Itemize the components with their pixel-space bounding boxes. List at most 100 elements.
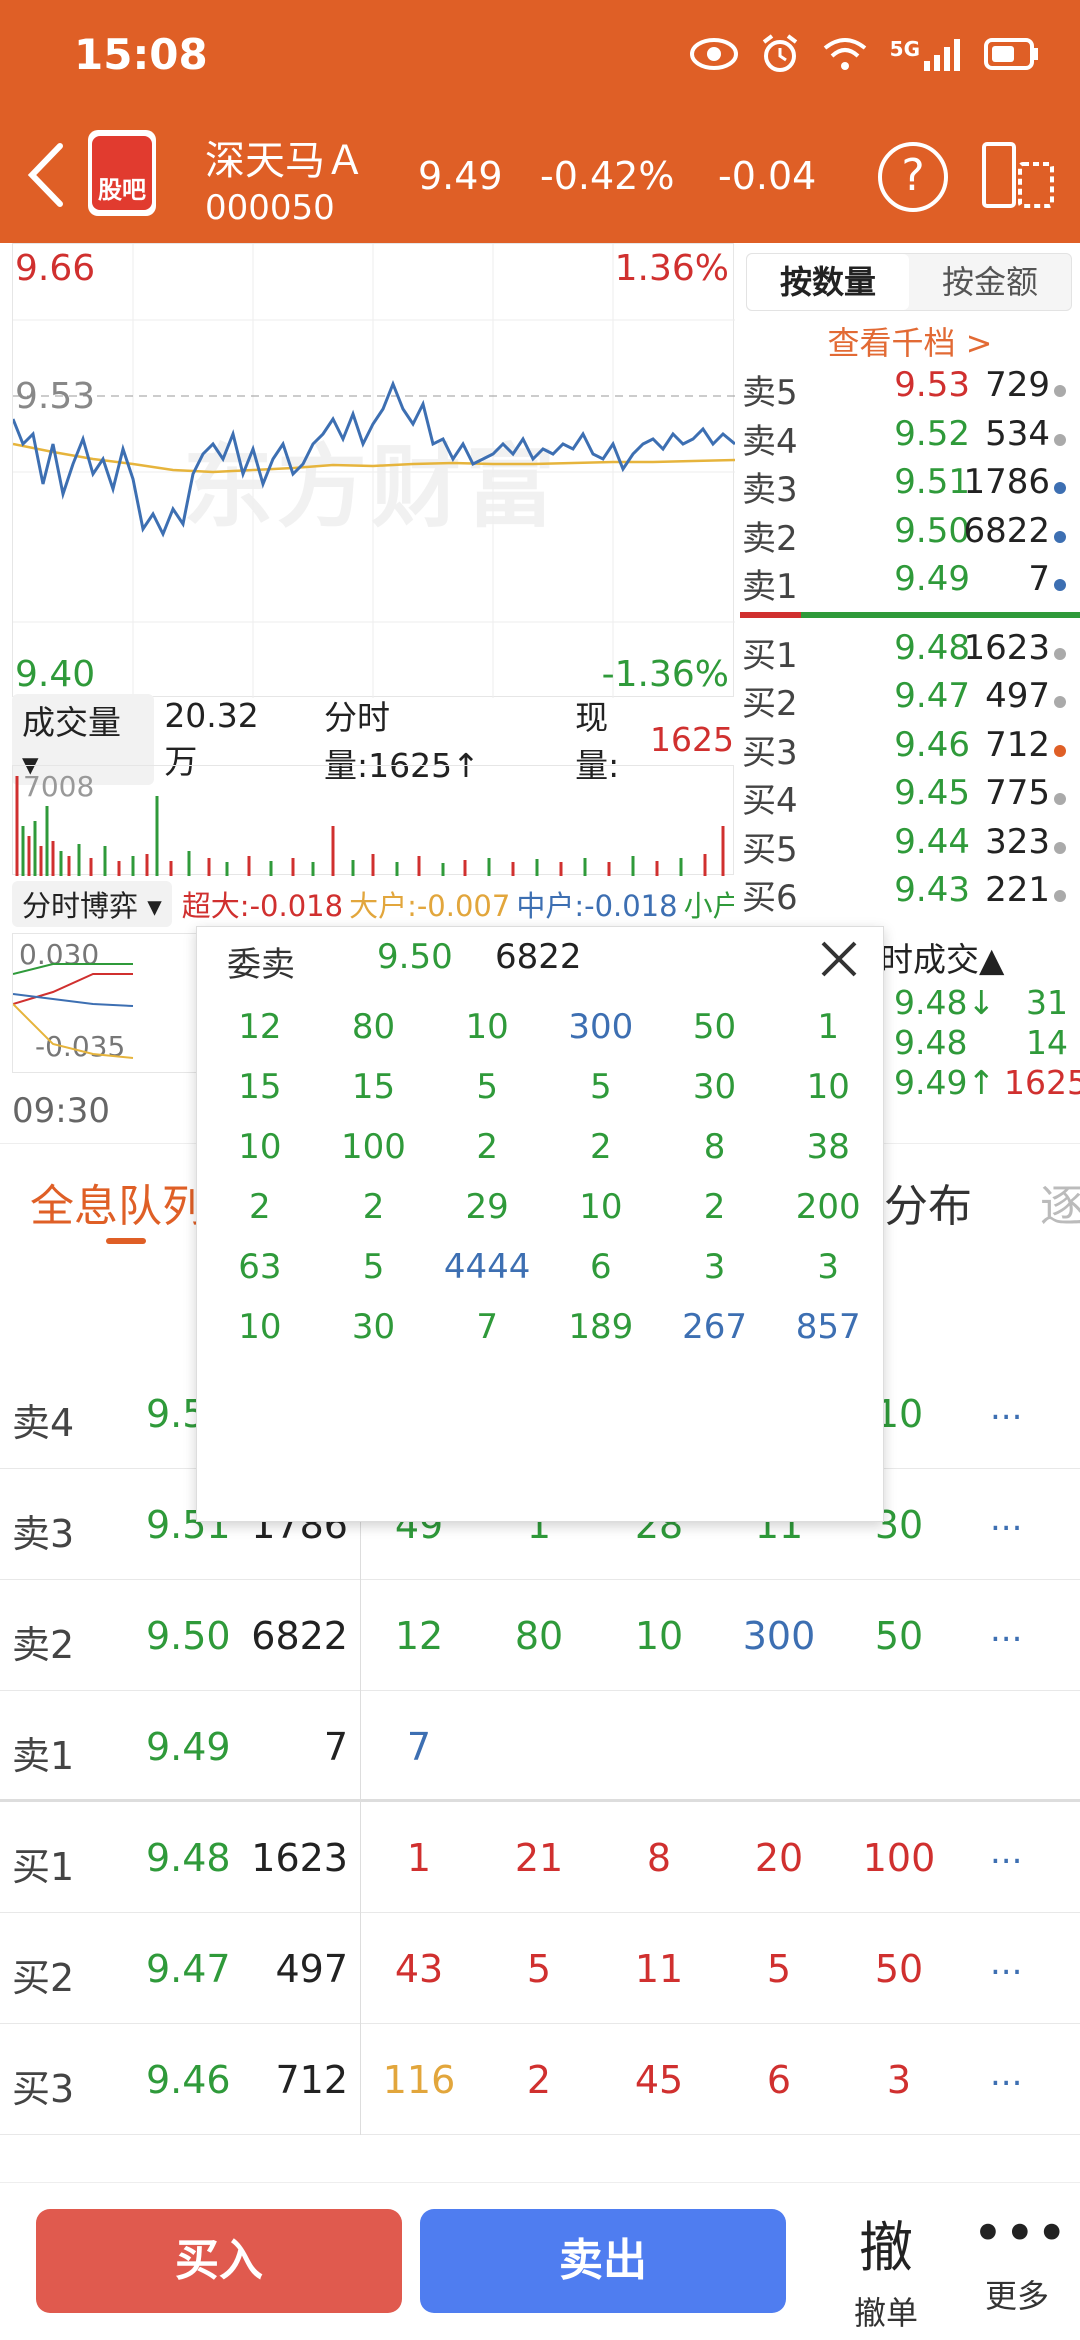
popup-row: 15 15 5 5 30 10 — [238, 1067, 850, 1107]
ob-sell1[interactable]: 卖1 9.49 7 — [740, 559, 1080, 608]
ob-buy3[interactable]: 买3 9.46 712 — [740, 725, 1080, 774]
more-button[interactable]: ... — [990, 1943, 1022, 1983]
bo-bar: 分时博弈 ▾ 超大:-0.018 大户:-0.007 中户:-0.018 小户:… — [12, 879, 734, 929]
more-button[interactable]: ... — [990, 1499, 1022, 1539]
sell-button[interactable]: 卖出 — [420, 2209, 786, 2313]
trades-header[interactable]: 时成交▲ — [880, 933, 1004, 981]
price-chart[interactable]: 东方财富 9.66 1.36% 9.53 9.40 -1.36% — [12, 243, 735, 698]
more-label: 更多 — [984, 2277, 1049, 2315]
trade-row: 9.48↓ 31 — [894, 983, 1068, 1022]
network-5g-icon: 5G — [890, 37, 962, 71]
dot-icon — [1054, 793, 1066, 805]
volume-bars — [15, 776, 725, 876]
more-button[interactable]: ... — [990, 1832, 1022, 1872]
dot-icon — [1054, 579, 1066, 591]
header-change: -0.04 — [718, 154, 817, 198]
header-price: 9.49 — [418, 154, 503, 198]
bo-mid: 中户:-0.018 — [516, 889, 678, 923]
chart-high-price: 9.66 — [15, 248, 96, 289]
ob-buy2[interactable]: 买2 9.47 497 — [740, 676, 1080, 725]
chart-low-price: 9.40 — [15, 654, 96, 695]
price-lines — [13, 244, 735, 698]
tab-full-queue[interactable]: 全息队列 — [30, 1170, 206, 1234]
tab-tick[interactable]: 逐 — [1040, 1170, 1080, 1234]
back-arrow-icon[interactable] — [24, 140, 68, 210]
ob-sell2[interactable]: 卖2 9.50 6822 — [740, 511, 1080, 560]
popup-title: 委卖 — [227, 945, 295, 985]
dot-icon — [1054, 744, 1066, 757]
buy-button[interactable]: 买入 — [36, 2209, 402, 2313]
dot-icon — [1054, 890, 1066, 902]
bo-big: 大户:-0.007 — [349, 889, 511, 923]
more-button[interactable]: ... — [990, 1610, 1022, 1650]
table-row[interactable]: 买3 9.46 712 116 2 45 6 3 ... — [0, 2024, 1080, 2135]
eye-icon — [689, 38, 738, 70]
bo-large: 超大:-0.018 — [181, 889, 344, 923]
dot-icon — [1054, 482, 1066, 494]
guba-logo[interactable]: 股吧 — [88, 130, 156, 216]
popup-price: 9.50 — [377, 937, 453, 977]
popup-row: 63 5 4444 6 3 3 — [238, 1247, 840, 1287]
cancel-icon: 撤 — [859, 2216, 913, 2279]
orderbook-rows: 卖5 9.53 729 卖4 9.52 534 卖3 9.51 1786 卖2 9.50 682… — [740, 365, 1080, 919]
table-row[interactable]: 卖1 9.49 7 7 — [0, 1691, 1080, 1802]
trade-row: 9.48 14 — [894, 1023, 1068, 1062]
volume-bar: 成交量 ▾ 20.32万 分时量:1625↑ 现量: 1625 — [12, 693, 734, 785]
cancel-order-button[interactable]: 撤 撤单 — [846, 2203, 926, 2334]
more-button[interactable]: ... — [990, 1388, 1022, 1428]
close-icon[interactable] — [815, 935, 863, 983]
view-depth-link[interactable]: 查看千档 > — [740, 318, 1080, 364]
more-button[interactable]: ... — [990, 2054, 1022, 2094]
cancel-label: 撤单 — [853, 2294, 918, 2332]
ob-buy5[interactable]: 买5 9.44 323 — [740, 822, 1080, 871]
bo-select[interactable]: 分时博弈 ▾ — [12, 881, 172, 927]
dot-icon — [1054, 841, 1066, 854]
popup-row: 10 100 2 2 8 38 — [238, 1127, 850, 1167]
table-row[interactable]: 卖2 9.50 6822 12 80 10 300 50 ... — [0, 1580, 1080, 1691]
dot-icon — [1054, 385, 1066, 397]
ob-sell4[interactable]: 卖4 9.52 534 — [740, 414, 1080, 463]
chart-low-pct: -1.36% — [601, 654, 729, 695]
bo-small: 小户:0.029 — [683, 889, 734, 923]
help-button[interactable]: ? — [878, 142, 948, 212]
dot-icon — [1054, 530, 1066, 543]
popup-row: 2 2 29 10 2 200 — [249, 1187, 861, 1227]
status-icons: 5G — [689, 34, 1040, 74]
stock-name: 深天马Ａ — [205, 138, 365, 184]
bid-ask-divider — [740, 611, 1080, 618]
status-time: 15:08 — [74, 30, 208, 79]
tab-by-amount[interactable]: 按金额 — [909, 254, 1071, 310]
current-volume: 1625 — [650, 719, 734, 759]
tab-distribution[interactable]: 分布 — [884, 1170, 972, 1234]
switch-view-icon[interactable] — [980, 140, 1056, 212]
time-start: 09:30 — [12, 1091, 110, 1131]
table-row[interactable]: 买2 9.47 497 43 5 11 5 50 ... — [0, 1913, 1080, 2024]
chart-high-pct: 1.36% — [614, 248, 729, 289]
ob-buy6[interactable]: 买6 9.43 221 — [740, 870, 1080, 919]
price-line — [13, 379, 735, 538]
table-row[interactable]: 买1 9.48 1623 1 21 8 20 100 ... — [0, 1802, 1080, 1913]
popup-row: 12 80 10 300 50 1 — [238, 1007, 840, 1047]
dot-icon — [1054, 433, 1066, 446]
ob-sell5[interactable]: 卖5 9.53 729 — [740, 365, 1080, 414]
bottom-action-bar: 买入 卖出 撤 撤单 ••• 更多 — [0, 2182, 1080, 2340]
active-tab-indicator — [106, 1238, 146, 1244]
dot-icon — [1054, 647, 1066, 660]
battery-icon — [984, 38, 1038, 70]
dot-icon — [1054, 696, 1066, 708]
popup-order-grid: 12 80 10 300 50 1 15 15 5 5 30 10 10 100 2 2 8 38 2 2 29 1… — [197, 997, 885, 1357]
logo-text: 股吧 — [98, 176, 146, 204]
order-queue-popup: 委卖 9.50 6822 12 80 10 300 50 1 15 15 5 5 30 10 10 1… — [196, 926, 884, 1522]
popup-row: 10 30 7 189 267 857 — [238, 1307, 861, 1347]
ob-sell3[interactable]: 卖3 9.51 1786 — [740, 462, 1080, 511]
stock-code: 000050 — [205, 188, 335, 228]
more-dots-icon: ••• — [972, 2202, 1068, 2265]
tab-by-quantity[interactable]: 按数量 — [747, 254, 909, 310]
popup-volume: 6822 — [495, 937, 582, 977]
more-menu-button[interactable]: ••• 更多 — [972, 2202, 1068, 2317]
volume-chart[interactable]: 7008 — [12, 765, 734, 876]
ob-buy1[interactable]: 买1 9.48 1623 — [740, 628, 1080, 677]
header-bar: 15:08 5G 股吧 深天马Ａ 000050 9.49 -0.42% -0.0… — [0, 0, 1080, 243]
wifi-icon — [823, 38, 866, 70]
ob-buy4[interactable]: 买4 9.45 775 — [740, 773, 1080, 822]
